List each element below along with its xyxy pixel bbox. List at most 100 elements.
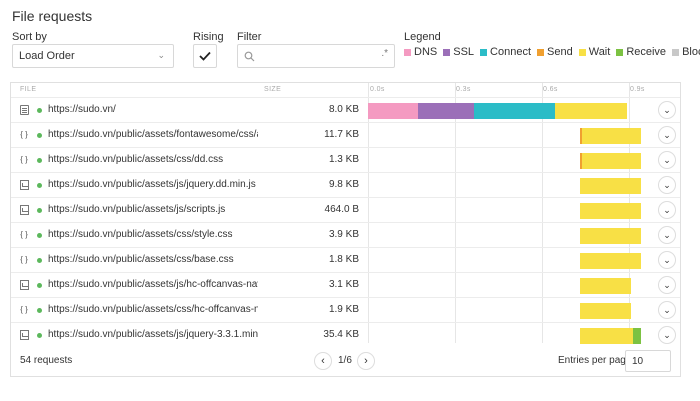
prev-page-button[interactable]: ‹ bbox=[314, 352, 332, 370]
rising-checkbox[interactable] bbox=[193, 44, 217, 68]
timing-segment-wait bbox=[579, 203, 642, 219]
table-row[interactable]: https://sudo.vn/public/assets/js/hc-offc… bbox=[11, 272, 680, 297]
next-page-button[interactable]: › bbox=[357, 352, 375, 370]
script-icon bbox=[20, 330, 29, 340]
timing-segment-wait bbox=[554, 103, 628, 119]
entries-per-page-input[interactable]: 10 bbox=[625, 350, 671, 372]
blocked-swatch bbox=[672, 48, 680, 56]
expand-row-button[interactable]: ⌄ bbox=[658, 176, 676, 194]
expand-row-button[interactable]: ⌄ bbox=[658, 226, 676, 244]
waterfall-track bbox=[368, 148, 643, 173]
request-url: https://sudo.vn/public/assets/js/jquery.… bbox=[48, 179, 256, 190]
script-icon bbox=[20, 205, 29, 215]
table-row[interactable]: https://sudo.vn/public/assets/js/scripts… bbox=[11, 197, 680, 222]
status-dot bbox=[37, 158, 42, 163]
request-size: 35.4 KB bbox=[323, 329, 359, 340]
document-icon bbox=[20, 105, 29, 115]
chevron-down-icon: ⌄ bbox=[663, 154, 671, 165]
legend-item-dns: DNS bbox=[404, 46, 437, 58]
waterfall-track bbox=[368, 198, 643, 223]
expand-row-button[interactable]: ⌄ bbox=[658, 251, 676, 269]
wait-swatch bbox=[578, 48, 586, 56]
status-dot bbox=[37, 183, 42, 188]
timing-segment-wait bbox=[581, 153, 642, 169]
legend-item-connect: Connect bbox=[480, 46, 531, 58]
chevron-down-icon: ⌄ bbox=[663, 279, 671, 290]
requests-table: FILE SIZE 0.0s 0.3s 0.6s 0.9s https://su… bbox=[10, 82, 681, 377]
waterfall-track bbox=[368, 298, 643, 323]
table-row[interactable]: { } https://sudo.vn/public/assets/css/sty… bbox=[11, 222, 680, 247]
dns-swatch bbox=[404, 48, 411, 56]
request-size: 3.1 KB bbox=[328, 279, 359, 290]
table-row[interactable]: { } https://sudo.vn/public/assets/css/bas… bbox=[11, 247, 680, 272]
waterfall-track bbox=[368, 223, 643, 248]
expand-row-button[interactable]: ⌄ bbox=[658, 326, 676, 344]
column-header-size: SIZE bbox=[264, 86, 282, 93]
chevron-down-icon: ⌄ bbox=[663, 129, 671, 140]
request-url: https://sudo.vn/public/assets/css/style.… bbox=[48, 229, 233, 240]
expand-row-button[interactable]: ⌄ bbox=[658, 126, 676, 144]
script-icon bbox=[20, 280, 29, 290]
request-url: https://sudo.vn/public/assets/css/dd.css bbox=[48, 154, 224, 165]
request-size: 464.0 B bbox=[324, 204, 359, 215]
waterfall-track bbox=[368, 323, 643, 348]
timing-segment-wait bbox=[579, 253, 642, 269]
legend-item-wait: Wait bbox=[578, 46, 610, 58]
timing-segment-connect bbox=[474, 103, 555, 119]
column-header-file: FILE bbox=[20, 86, 37, 93]
request-url: https://sudo.vn/public/assets/fontawesom… bbox=[48, 129, 258, 140]
legend-item-label: DNS bbox=[414, 46, 438, 58]
table-row[interactable]: https://sudo.vn/public/assets/js/jquery.… bbox=[11, 172, 680, 197]
waterfall-track bbox=[368, 273, 643, 298]
waterfall-track bbox=[368, 123, 643, 148]
regex-icon[interactable]: .* bbox=[381, 48, 388, 59]
script-icon bbox=[20, 180, 29, 190]
tick-label: 0.6s bbox=[543, 86, 558, 93]
legend-item-blocked: Blocked bbox=[672, 46, 700, 58]
table-row[interactable]: https://sudo.vn/8.0 KB ⌄ bbox=[11, 97, 680, 122]
entries-per-page-label: Entries per page: bbox=[558, 355, 635, 366]
request-url: https://sudo.vn/public/assets/css/hc-off… bbox=[48, 304, 258, 315]
request-size: 1.8 KB bbox=[328, 254, 359, 265]
chevron-left-icon: ‹ bbox=[321, 355, 325, 367]
sort-select[interactable]: Load Order ⌄ bbox=[12, 44, 174, 68]
sort-value: Load Order bbox=[19, 50, 75, 62]
timing-segment-wait bbox=[579, 228, 642, 244]
table-row[interactable]: { } https://sudo.vn/public/assets/fontawe… bbox=[11, 122, 680, 147]
chevron-down-icon: ⌄ bbox=[663, 304, 671, 315]
legend-item-receive: Receive bbox=[616, 46, 666, 58]
timing-segment-wait bbox=[579, 328, 633, 344]
request-url: https://sudo.vn/public/assets/js/jquery-… bbox=[48, 329, 258, 340]
filter-input[interactable] bbox=[258, 48, 370, 64]
timing-segment-wait bbox=[579, 178, 642, 194]
chevron-down-icon: ⌄ bbox=[663, 254, 671, 265]
chevron-down-icon: ⌄ bbox=[663, 329, 671, 340]
request-size: 8.0 KB bbox=[328, 104, 359, 115]
request-url: https://sudo.vn/public/assets/css/base.c… bbox=[48, 254, 234, 265]
filter-field[interactable]: .* bbox=[237, 44, 395, 68]
request-size: 1.9 KB bbox=[328, 304, 359, 315]
expand-row-button[interactable]: ⌄ bbox=[658, 276, 676, 294]
status-dot bbox=[37, 333, 42, 338]
waterfall-track bbox=[368, 173, 643, 198]
request-size: 3.9 KB bbox=[328, 229, 359, 240]
status-dot bbox=[37, 133, 42, 138]
ssl-swatch bbox=[443, 48, 451, 56]
chevron-down-icon: ⌄ bbox=[663, 204, 671, 215]
timing-segment-wait bbox=[581, 128, 642, 144]
filter-label: Filter bbox=[237, 31, 262, 43]
legend-item-ssl: SSL bbox=[443, 46, 474, 58]
timing-segment-ssl bbox=[418, 103, 475, 119]
expand-row-button[interactable]: ⌄ bbox=[658, 201, 676, 219]
expand-row-button[interactable]: ⌄ bbox=[658, 101, 676, 119]
timing-segment-wait bbox=[579, 303, 632, 319]
status-dot bbox=[37, 283, 42, 288]
chevron-down-icon: ⌄ bbox=[663, 229, 671, 240]
table-row[interactable]: https://sudo.vn/public/assets/js/jquery-… bbox=[11, 322, 680, 347]
tick-label: 0.3s bbox=[456, 86, 471, 93]
table-row[interactable]: { } https://sudo.vn/public/assets/css/dd.… bbox=[11, 147, 680, 172]
legend-item-label: Receive bbox=[626, 46, 667, 58]
expand-row-button[interactable]: ⌄ bbox=[658, 301, 676, 319]
expand-row-button[interactable]: ⌄ bbox=[658, 151, 676, 169]
table-row[interactable]: { } https://sudo.vn/public/assets/css/hc-… bbox=[11, 297, 680, 322]
